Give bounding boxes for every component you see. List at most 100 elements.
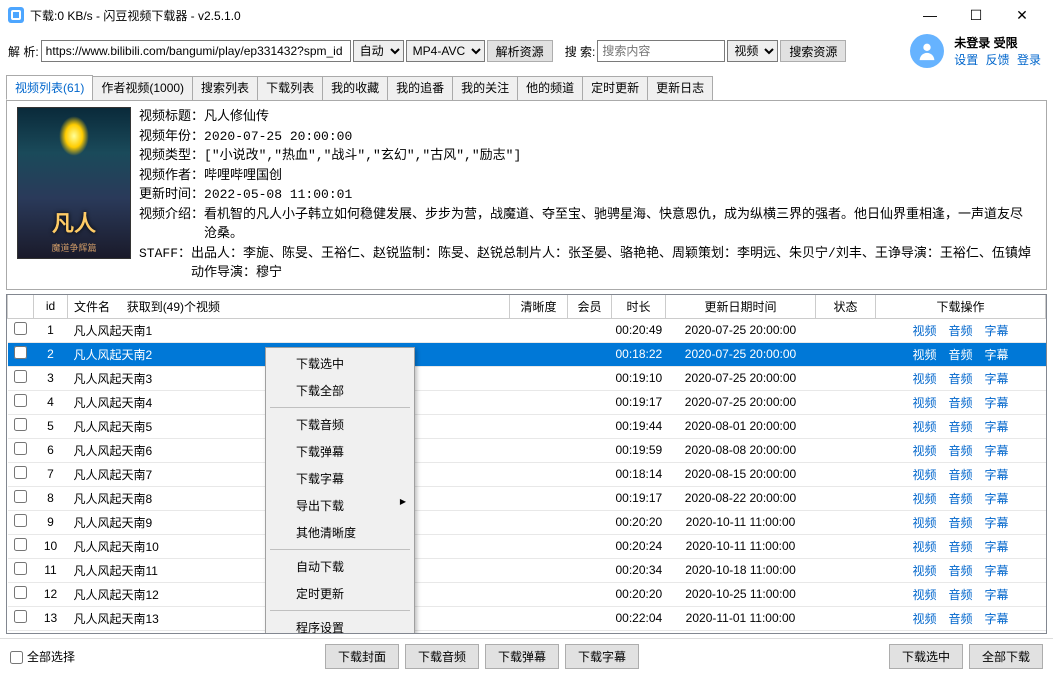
- tab-6[interactable]: 我的关注: [452, 76, 518, 101]
- close-button[interactable]: ✕: [999, 0, 1045, 30]
- op-subtitle[interactable]: 字幕: [985, 372, 1009, 386]
- row-checkbox[interactable]: [14, 394, 27, 407]
- row-checkbox[interactable]: [14, 346, 27, 359]
- col-duration[interactable]: 时长: [612, 295, 666, 319]
- op-audio[interactable]: 音频: [948, 564, 972, 578]
- feedback-link[interactable]: 反馈: [986, 53, 1010, 67]
- op-audio[interactable]: 音频: [948, 396, 972, 410]
- settings-link[interactable]: 设置: [954, 53, 978, 67]
- col-id[interactable]: id: [34, 295, 68, 319]
- bottom-button[interactable]: 下载音频: [405, 644, 479, 669]
- col-ops[interactable]: 下载操作: [876, 295, 1046, 319]
- minimize-button[interactable]: —: [907, 0, 953, 30]
- bottom-button[interactable]: 下载封面: [325, 644, 399, 669]
- table-row[interactable]: 12凡人风起天南1200:20:202020-10-25 11:00:00视频音…: [8, 582, 1046, 606]
- op-audio[interactable]: 音频: [948, 348, 972, 362]
- op-video[interactable]: 视频: [912, 372, 936, 386]
- search-button[interactable]: 搜索资源: [780, 40, 846, 62]
- menu-item[interactable]: 下载字幕: [268, 465, 412, 492]
- menu-item[interactable]: 导出下载: [268, 492, 412, 519]
- row-checkbox[interactable]: [14, 610, 27, 623]
- table-row[interactable]: 5凡人风起天南500:19:442020-08-01 20:00:00视频音频字…: [8, 414, 1046, 438]
- table-row[interactable]: 4凡人风起天南400:19:172020-07-25 20:00:00视频音频字…: [8, 390, 1046, 414]
- login-link[interactable]: 登录: [1017, 53, 1041, 67]
- op-subtitle[interactable]: 字幕: [985, 348, 1009, 362]
- op-video[interactable]: 视频: [912, 564, 936, 578]
- col-date[interactable]: 更新日期时间: [666, 295, 816, 319]
- tab-5[interactable]: 我的追番: [387, 76, 453, 101]
- menu-item[interactable]: 下载音频: [268, 411, 412, 438]
- op-audio[interactable]: 音频: [948, 516, 972, 530]
- mode-select[interactable]: 自动: [353, 40, 404, 62]
- row-checkbox[interactable]: [14, 370, 27, 383]
- op-video[interactable]: 视频: [912, 348, 936, 362]
- search-input[interactable]: [597, 40, 725, 62]
- op-video[interactable]: 视频: [912, 540, 936, 554]
- op-subtitle[interactable]: 字幕: [985, 540, 1009, 554]
- tab-7[interactable]: 他的频道: [517, 76, 583, 101]
- table-row[interactable]: 11凡人风起天南1100:20:342020-10-18 11:00:00视频音…: [8, 558, 1046, 582]
- col-filename[interactable]: 文件名 获取到(49)个视频: [68, 295, 510, 319]
- op-audio[interactable]: 音频: [948, 492, 972, 506]
- op-audio[interactable]: 音频: [948, 372, 972, 386]
- bottom-button[interactable]: 下载弹幕: [485, 644, 559, 669]
- menu-item[interactable]: 下载选中: [268, 350, 412, 377]
- op-audio[interactable]: 音频: [948, 612, 972, 626]
- table-row[interactable]: 7凡人风起天南700:18:142020-08-15 20:00:00视频音频字…: [8, 462, 1046, 486]
- op-audio[interactable]: 音频: [948, 540, 972, 554]
- op-audio[interactable]: 音频: [948, 588, 972, 602]
- tab-3[interactable]: 下载列表: [257, 76, 323, 101]
- op-video[interactable]: 视频: [912, 516, 936, 530]
- row-checkbox[interactable]: [14, 442, 27, 455]
- op-subtitle[interactable]: 字幕: [985, 492, 1009, 506]
- op-subtitle[interactable]: 字幕: [985, 588, 1009, 602]
- op-subtitle[interactable]: 字幕: [985, 612, 1009, 626]
- op-subtitle[interactable]: 字幕: [985, 516, 1009, 530]
- op-video[interactable]: 视频: [912, 324, 936, 338]
- table-row[interactable]: 2凡人风起天南200:18:222020-07-25 20:00:00视频音频字…: [8, 342, 1046, 366]
- tab-8[interactable]: 定时更新: [582, 76, 648, 101]
- table-row[interactable]: 1凡人风起天南100:20:492020-07-25 20:00:00视频音频字…: [8, 318, 1046, 342]
- menu-item[interactable]: 下载全部: [268, 377, 412, 404]
- op-video[interactable]: 视频: [912, 492, 936, 506]
- table-row[interactable]: 8凡人风起天南800:19:172020-08-22 20:00:00视频音频字…: [8, 486, 1046, 510]
- op-video[interactable]: 视频: [912, 468, 936, 482]
- row-checkbox[interactable]: [14, 586, 27, 599]
- format-select[interactable]: MP4-AVC: [406, 40, 485, 62]
- row-checkbox[interactable]: [14, 538, 27, 551]
- col-vip[interactable]: 会员: [568, 295, 612, 319]
- table-row[interactable]: 13凡人风起天南1300:22:042020-11-01 11:00:00视频音…: [8, 606, 1046, 630]
- row-checkbox[interactable]: [14, 466, 27, 479]
- tab-1[interactable]: 作者视频(1000): [92, 76, 193, 101]
- menu-item[interactable]: 下载弹幕: [268, 438, 412, 465]
- col-status[interactable]: 状态: [816, 295, 876, 319]
- op-subtitle[interactable]: 字幕: [985, 396, 1009, 410]
- table-row[interactable]: 6凡人风起天南600:19:592020-08-08 20:00:00视频音频字…: [8, 438, 1046, 462]
- op-video[interactable]: 视频: [912, 588, 936, 602]
- tab-9[interactable]: 更新日志: [647, 76, 713, 101]
- menu-item[interactable]: 其他清晰度: [268, 519, 412, 546]
- op-subtitle[interactable]: 字幕: [985, 564, 1009, 578]
- bottom-button[interactable]: 全部下载: [969, 644, 1043, 669]
- op-audio[interactable]: 音频: [948, 420, 972, 434]
- menu-item[interactable]: 自动下载: [268, 553, 412, 580]
- op-audio[interactable]: 音频: [948, 468, 972, 482]
- bottom-button[interactable]: 下载选中: [889, 644, 963, 669]
- table-row[interactable]: 10凡人风起天南1000:20:242020-10-11 11:00:00视频音…: [8, 534, 1046, 558]
- menu-item[interactable]: 程序设置: [268, 614, 412, 634]
- bottom-button[interactable]: 下载字幕: [565, 644, 639, 669]
- row-checkbox[interactable]: [14, 562, 27, 575]
- op-subtitle[interactable]: 字幕: [985, 420, 1009, 434]
- op-audio[interactable]: 音频: [948, 324, 972, 338]
- op-subtitle[interactable]: 字幕: [985, 468, 1009, 482]
- op-video[interactable]: 视频: [912, 420, 936, 434]
- tab-4[interactable]: 我的收藏: [322, 76, 388, 101]
- op-subtitle[interactable]: 字幕: [985, 444, 1009, 458]
- avatar[interactable]: [910, 34, 944, 68]
- table-row[interactable]: 3凡人风起天南300:19:102020-07-25 20:00:00视频音频字…: [8, 366, 1046, 390]
- op-video[interactable]: 视频: [912, 612, 936, 626]
- col-quality[interactable]: 清晰度: [510, 295, 568, 319]
- tab-2[interactable]: 搜索列表: [192, 76, 258, 101]
- row-checkbox[interactable]: [14, 322, 27, 335]
- row-checkbox[interactable]: [14, 514, 27, 527]
